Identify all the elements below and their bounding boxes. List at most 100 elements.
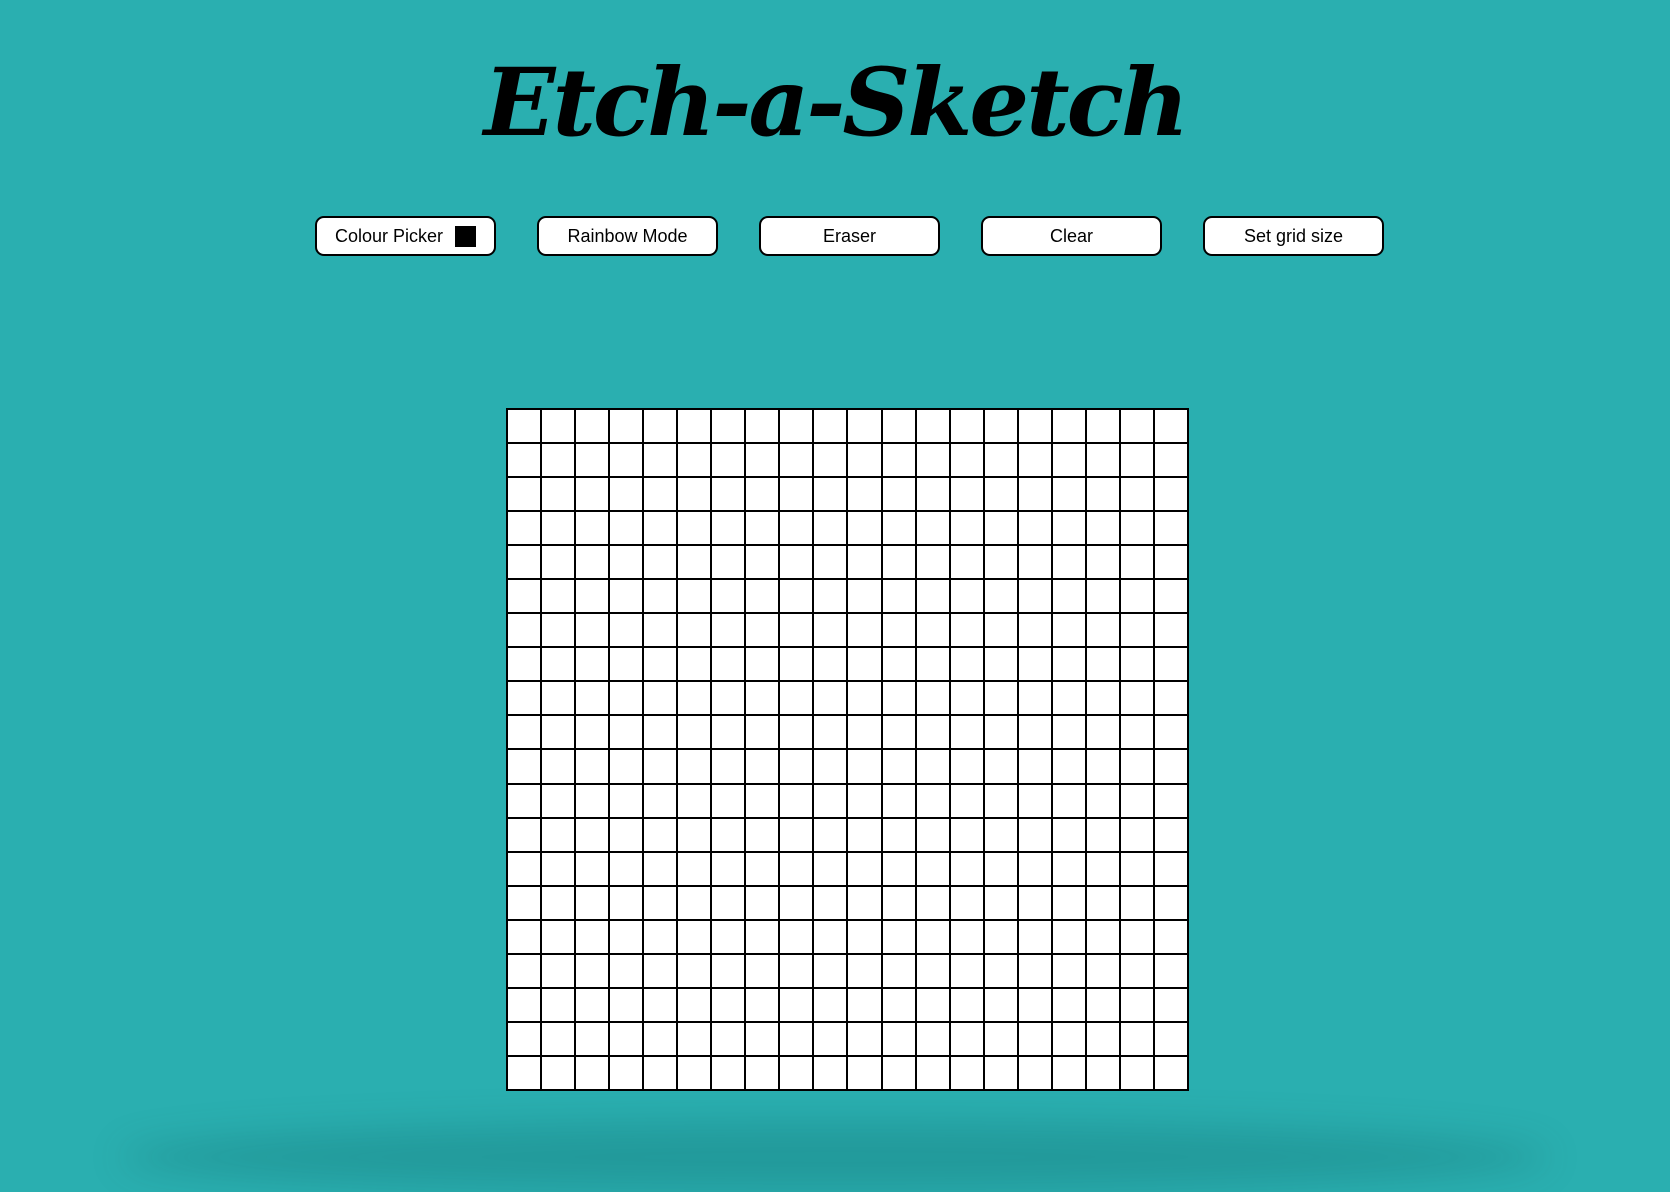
grid-cell[interactable] [949,749,984,784]
grid-cell[interactable] [643,579,678,614]
grid-cell[interactable] [1017,1021,1052,1056]
grid-cell[interactable] [1119,783,1154,818]
grid-cell[interactable] [711,987,746,1022]
grid-cell[interactable] [541,953,576,988]
grid-cell[interactable] [575,613,610,648]
grid-cell[interactable] [983,579,1018,614]
grid-cell[interactable] [643,953,678,988]
grid-cell[interactable] [609,613,644,648]
grid-cell[interactable] [1017,715,1052,750]
grid-cell[interactable] [847,579,882,614]
grid-cell[interactable] [677,613,712,648]
grid-cell[interactable] [1017,681,1052,716]
grid-cell[interactable] [1085,715,1120,750]
grid-cell[interactable] [881,511,916,546]
grid-cell[interactable] [915,1021,950,1056]
grid-cell[interactable] [1051,681,1086,716]
grid-cell[interactable] [745,1021,780,1056]
grid-cell[interactable] [1153,579,1188,614]
grid-cell[interactable] [507,919,542,954]
grid-cell[interactable] [1119,477,1154,512]
grid-cell[interactable] [745,953,780,988]
grid-cell[interactable] [609,545,644,580]
colour-swatch[interactable] [455,225,477,247]
grid-cell[interactable] [779,409,814,444]
grid-cell[interactable] [881,953,916,988]
grid-cell[interactable] [1051,953,1086,988]
grid-cell[interactable] [677,443,712,478]
grid-cell[interactable] [575,1055,610,1090]
grid-cell[interactable] [881,681,916,716]
grid-cell[interactable] [983,1021,1018,1056]
grid-cell[interactable] [983,681,1018,716]
grid-cell[interactable] [711,443,746,478]
grid-cell[interactable] [915,919,950,954]
grid-cell[interactable] [541,1021,576,1056]
grid-cell[interactable] [507,409,542,444]
grid-cell[interactable] [779,613,814,648]
grid-cell[interactable] [1085,613,1120,648]
grid-cell[interactable] [677,545,712,580]
grid-cell[interactable] [711,511,746,546]
grid-cell[interactable] [915,545,950,580]
grid-cell[interactable] [711,953,746,988]
grid-cell[interactable] [949,545,984,580]
grid-cell[interactable] [1085,409,1120,444]
grid-cell[interactable] [949,409,984,444]
grid-cell[interactable] [609,715,644,750]
grid-cell[interactable] [881,613,916,648]
grid-cell[interactable] [1085,987,1120,1022]
grid-cell[interactable] [677,749,712,784]
grid-cell[interactable] [949,579,984,614]
grid-cell[interactable] [949,851,984,886]
grid-cell[interactable] [643,511,678,546]
grid-cell[interactable] [711,409,746,444]
eraser-button[interactable]: Eraser [759,216,940,256]
grid-cell[interactable] [1119,613,1154,648]
grid-cell[interactable] [915,443,950,478]
grid-cell[interactable] [609,477,644,512]
grid-cell[interactable] [643,851,678,886]
grid-cell[interactable] [779,987,814,1022]
grid-cell[interactable] [915,409,950,444]
grid-cell[interactable] [1153,545,1188,580]
grid-cell[interactable] [1085,443,1120,478]
grid-cell[interactable] [983,783,1018,818]
grid-cell[interactable] [813,613,848,648]
grid-cell[interactable] [1119,681,1154,716]
grid-cell[interactable] [779,511,814,546]
grid-cell[interactable] [983,545,1018,580]
grid-cell[interactable] [507,1055,542,1090]
grid-cell[interactable] [609,579,644,614]
grid-cell[interactable] [1119,1055,1154,1090]
grid-cell[interactable] [813,443,848,478]
grid-cell[interactable] [745,817,780,852]
grid-cell[interactable] [541,1055,576,1090]
grid-cell[interactable] [1017,987,1052,1022]
grid-cell[interactable] [1119,817,1154,852]
grid-cell[interactable] [983,409,1018,444]
grid-cell[interactable] [847,511,882,546]
grid-cell[interactable] [847,817,882,852]
grid-cell[interactable] [643,1021,678,1056]
grid-cell[interactable] [1153,885,1188,920]
grid-cell[interactable] [813,749,848,784]
grid-cell[interactable] [779,579,814,614]
grid-cell[interactable] [983,477,1018,512]
grid-cell[interactable] [779,647,814,682]
grid-cell[interactable] [949,987,984,1022]
grid-cell[interactable] [983,443,1018,478]
grid-cell[interactable] [1153,919,1188,954]
grid-cell[interactable] [881,1055,916,1090]
grid-cell[interactable] [711,851,746,886]
grid-cell[interactable] [915,749,950,784]
grid-cell[interactable] [507,817,542,852]
grid-cell[interactable] [541,477,576,512]
grid-cell[interactable] [677,647,712,682]
grid-cell[interactable] [1153,613,1188,648]
grid-cell[interactable] [745,477,780,512]
grid-cell[interactable] [915,953,950,988]
grid-cell[interactable] [881,409,916,444]
grid-cell[interactable] [881,477,916,512]
grid-cell[interactable] [507,885,542,920]
